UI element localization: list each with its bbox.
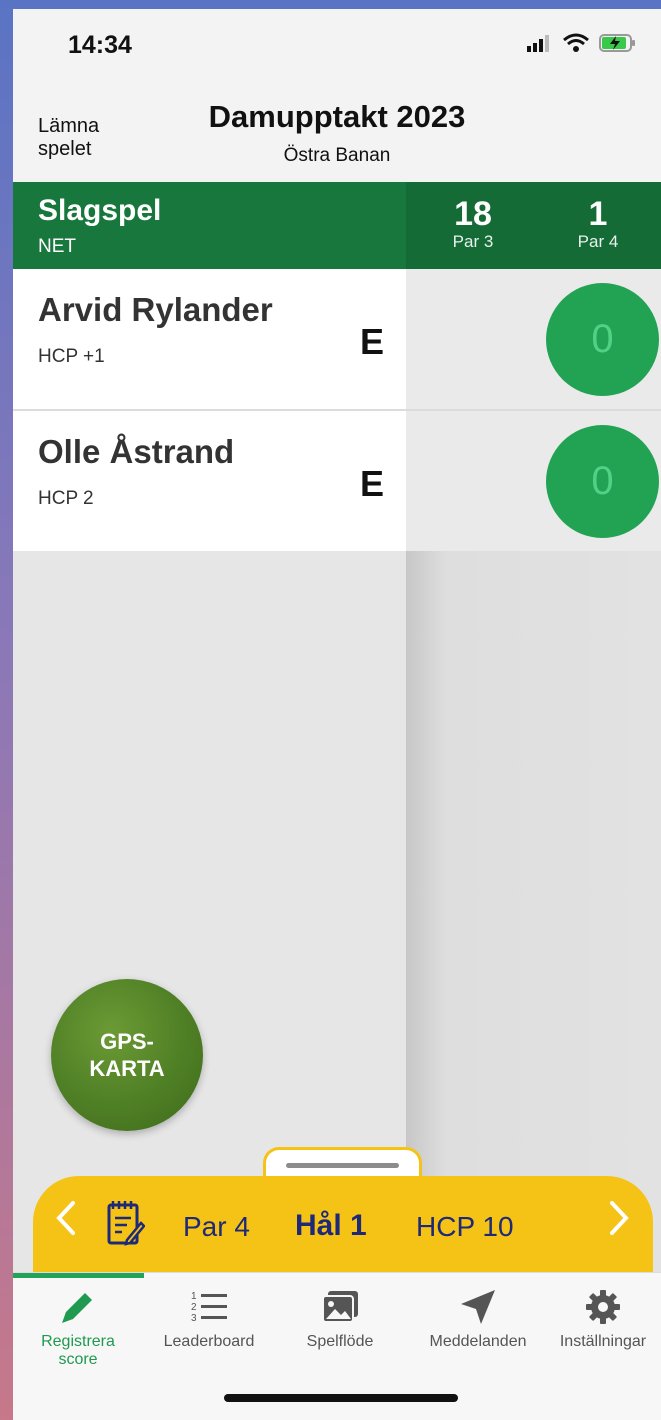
tab-settings[interactable]: Inställningar	[548, 1287, 658, 1351]
score-cell: 0	[406, 411, 661, 551]
player-total: E	[359, 463, 384, 504]
hole-number: 18	[454, 195, 492, 233]
home-indicator[interactable]	[224, 1394, 458, 1402]
hole-score-button[interactable]: 0	[546, 425, 659, 538]
status-icons	[527, 33, 637, 53]
tab-label: Spelflöde	[306, 1333, 374, 1350]
wifi-icon	[563, 33, 589, 52]
previous-hole-chevron-icon[interactable]	[55, 1200, 77, 1243]
scoring-type: NET	[38, 236, 76, 257]
battery-charging-icon	[599, 34, 635, 52]
scorecard-notes-icon[interactable]	[105, 1198, 145, 1248]
gps-label-line1: GPS-	[100, 1029, 154, 1054]
game-mode: Slagspel	[38, 194, 162, 227]
page-title: Damupptakt 2023	[208, 99, 466, 134]
scoreboard-header: Slagspel NET 18 Par 3 1 Par 4	[13, 182, 661, 269]
score-cell: 0	[406, 269, 661, 409]
player-row: Arvid Rylander HCP +1 E 0	[13, 269, 661, 409]
drag-handle-icon	[286, 1163, 399, 1168]
hole-navigation-bar: Par 4 Hål 1 HCP 10	[33, 1176, 653, 1272]
player-hcp: HCP +1	[38, 346, 105, 367]
tab-messages[interactable]: Meddelanden	[418, 1287, 538, 1351]
tab-label: Registrera	[41, 1333, 115, 1350]
svg-text:3: 3	[191, 1313, 197, 1324]
pencil-icon	[62, 1293, 92, 1323]
tab-register-score[interactable]: Registrera score	[18, 1287, 138, 1369]
active-tab-indicator	[13, 1273, 144, 1278]
player-row: Olle Åstrand HCP 2 E 0	[13, 411, 661, 551]
course-name: Östra Banan	[283, 145, 391, 166]
next-hole-chevron-icon[interactable]	[608, 1200, 630, 1243]
numbered-list-icon: 1 2 3	[191, 1291, 227, 1324]
app-screen: 14:34 Lämna spelet Damupptakt 2023 Östra…	[13, 9, 661, 1420]
header: Lämna spelet Damupptakt 2023 Östra Banan	[13, 83, 661, 182]
hole-par: Par 3	[452, 232, 494, 251]
hole-par: Par 4	[577, 232, 619, 251]
gear-icon	[586, 1290, 620, 1324]
hole-column-18[interactable]: 18 Par 3	[443, 196, 503, 252]
player-info[interactable]: Olle Åstrand HCP 2 E	[13, 411, 406, 551]
player-total: E	[359, 321, 384, 362]
tab-label: Meddelanden	[429, 1333, 527, 1350]
svg-text:1: 1	[191, 1291, 197, 1302]
hole-par: Par 4	[183, 1211, 250, 1242]
tab-label: Inställningar	[559, 1333, 647, 1350]
hole-hcp: HCP 10	[416, 1211, 514, 1242]
tab-feed[interactable]: Spelflöde	[285, 1287, 395, 1351]
player-name: Olle Åstrand	[38, 433, 235, 470]
tab-leaderboard[interactable]: 1 2 3 Leaderboard	[153, 1287, 265, 1351]
tab-label: score	[58, 1351, 98, 1368]
hole-number: 1	[588, 195, 608, 233]
image-icon	[322, 1291, 358, 1323]
gps-map-button[interactable]: GPS- KARTA	[51, 979, 203, 1131]
hole-column-1[interactable]: 1 Par 4	[568, 196, 628, 252]
status-bar: 14:34	[13, 9, 661, 83]
current-hole: Hål 1	[295, 1209, 367, 1242]
player-name: Arvid Rylander	[38, 291, 273, 328]
player-info[interactable]: Arvid Rylander HCP +1 E	[13, 269, 406, 409]
hole-score-button[interactable]: 0	[546, 283, 659, 396]
player-hcp: HCP 2	[38, 488, 94, 509]
cellular-signal-icon	[527, 35, 549, 52]
tab-label: Leaderboard	[163, 1333, 255, 1350]
status-time: 14:34	[68, 31, 132, 59]
gps-label-line2: KARTA	[89, 1056, 165, 1081]
send-icon	[461, 1290, 495, 1324]
svg-text:2: 2	[191, 1302, 197, 1313]
